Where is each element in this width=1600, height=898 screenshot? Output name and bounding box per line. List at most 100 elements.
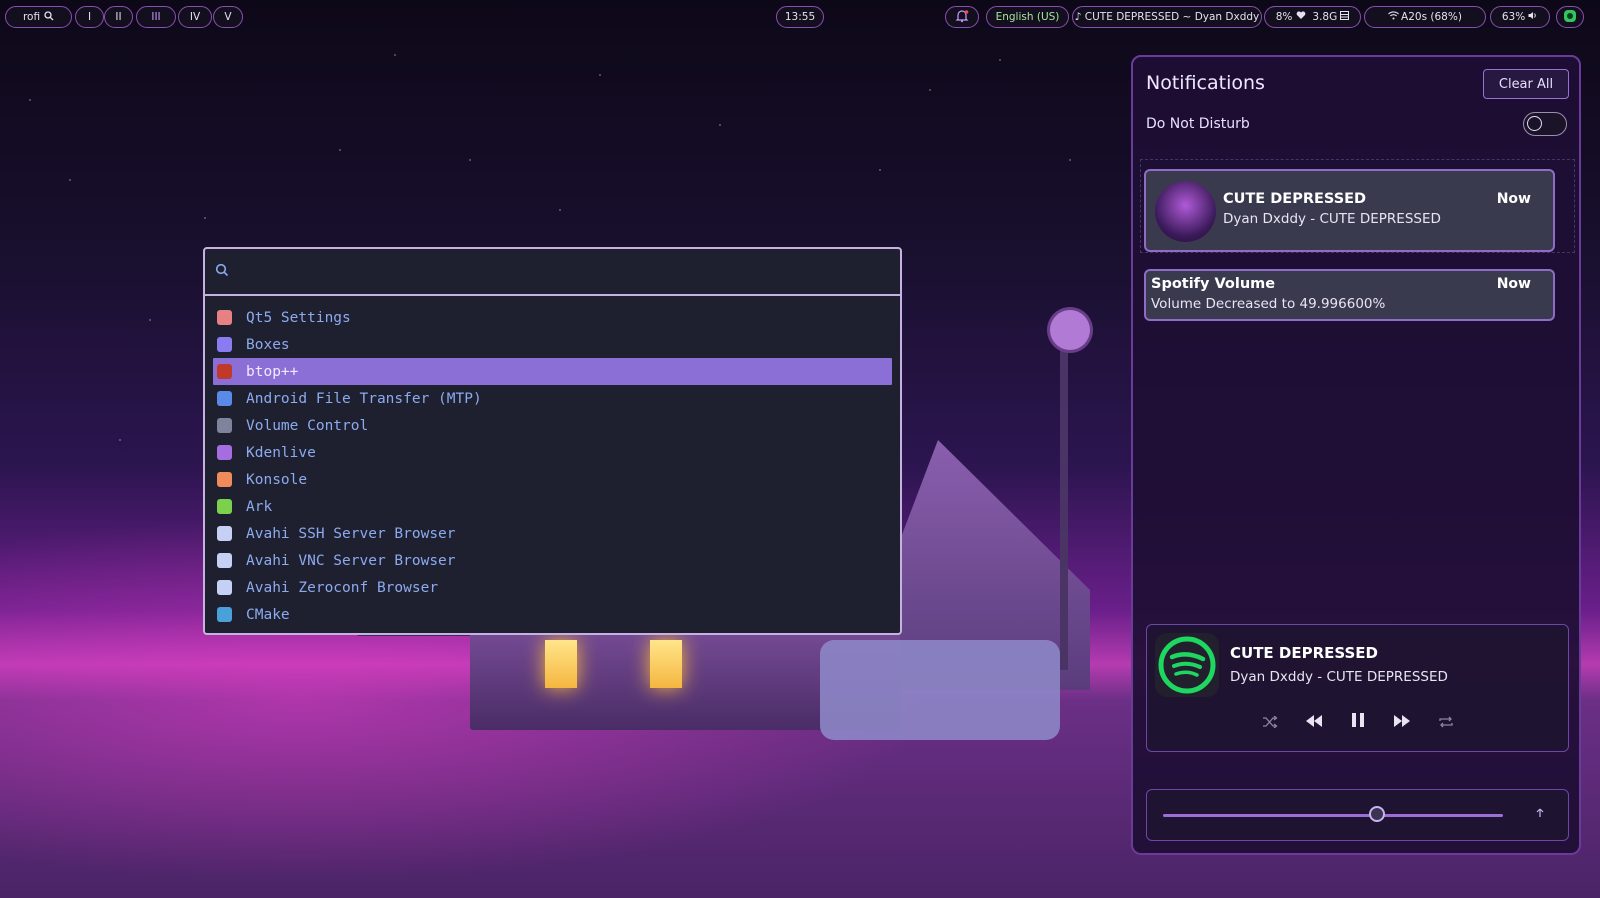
- clock-text: 13:55: [784, 11, 816, 23]
- toggle-knob: [1527, 116, 1542, 131]
- bell-icon: [955, 9, 969, 26]
- rofi-app-label: Ark: [246, 498, 273, 515]
- volume-icon: [217, 418, 232, 433]
- repeat-button[interactable]: [1435, 711, 1457, 733]
- rofi-app-label: Avahi VNC Server Browser: [246, 552, 456, 569]
- rofi-search-input[interactable]: [237, 262, 900, 281]
- keyboard-layout-text: English (US): [995, 11, 1060, 23]
- notification-title: CUTE DEPRESSED: [1223, 191, 1367, 207]
- volume-slider[interactable]: [1163, 806, 1503, 822]
- rewind-icon: [1305, 713, 1323, 732]
- keyboard-layout[interactable]: English (US): [986, 6, 1069, 28]
- player-title: CUTE DEPRESSED: [1230, 644, 1379, 662]
- workspace-5[interactable]: V: [213, 6, 243, 28]
- launcher-label: rofi: [22, 11, 41, 23]
- rofi-app-item[interactable]: CMake: [213, 601, 892, 628]
- rofi-app-label: Android File Transfer (MTP): [246, 390, 482, 407]
- rofi-app-item[interactable]: Avahi SSH Server Browser: [213, 520, 892, 547]
- next-button[interactable]: [1391, 711, 1413, 733]
- rofi-app-label: Volume Control: [246, 417, 369, 434]
- workspace-label: I: [87, 11, 92, 23]
- shuffle-icon: [1262, 713, 1278, 732]
- workspace-label: V: [224, 11, 232, 23]
- ark-icon: [217, 499, 232, 514]
- power-menu-button[interactable]: [1556, 6, 1584, 28]
- rofi-app-label: btop++: [246, 363, 299, 380]
- shuffle-button[interactable]: [1259, 711, 1281, 733]
- repeat-icon: [1438, 713, 1454, 732]
- do-not-disturb-toggle[interactable]: [1523, 112, 1567, 136]
- konsole-icon: [217, 472, 232, 487]
- rofi-app-item[interactable]: Kdenlive: [213, 439, 892, 466]
- search-icon: [44, 10, 54, 24]
- rofi-app-label: CMake: [246, 606, 290, 623]
- rofi-app-item[interactable]: Avahi VNC Server Browser: [213, 547, 892, 574]
- app-menu-icon: [1563, 9, 1577, 26]
- volume-slider-handle[interactable]: [1369, 806, 1386, 822]
- now-playing-widget[interactable]: ♪ CUTE DEPRESSED ~ Dyan Dxddy: [1072, 6, 1262, 28]
- volume-text: 63%: [1501, 11, 1526, 23]
- notification-body: Volume Decreased to 49.996600%: [1151, 296, 1386, 312]
- volume-widget[interactable]: 63%: [1490, 6, 1550, 28]
- workspace-4[interactable]: IV: [178, 6, 212, 28]
- workspace-label: IV: [189, 11, 201, 23]
- fast-forward-icon: [1393, 713, 1411, 732]
- notification-time: Now: [1496, 191, 1531, 207]
- player-controls: [1147, 711, 1568, 733]
- rofi-app-label: Avahi SSH Server Browser: [246, 525, 456, 542]
- rofi-app-item[interactable]: Android File Transfer (MTP): [213, 385, 892, 412]
- btop-icon: [217, 364, 232, 379]
- volume-slider-card: [1146, 789, 1569, 841]
- rofi-app-label: Kdenlive: [246, 444, 316, 461]
- workspace-2[interactable]: II: [104, 6, 133, 28]
- wifi-widget[interactable]: A20s (68%): [1364, 6, 1486, 28]
- rofi-app-item[interactable]: Boxes: [213, 331, 892, 358]
- notification-body: Dyan Dxddy - CUTE DEPRESSED: [1223, 211, 1441, 227]
- pause-icon: [1351, 712, 1365, 732]
- boxes-icon: [217, 337, 232, 352]
- rofi-app-item[interactable]: Volume Control: [213, 412, 892, 439]
- play-pause-button[interactable]: [1347, 711, 1369, 733]
- kdenlive-icon: [217, 445, 232, 460]
- rofi-app-item[interactable]: btop++: [213, 358, 892, 385]
- wallpaper-windmill-tower: [1060, 330, 1068, 670]
- avahi-icon: [217, 553, 232, 568]
- do-not-disturb-label: Do Not Disturb: [1146, 116, 1250, 132]
- launcher-button[interactable]: rofi: [5, 6, 72, 28]
- previous-button[interactable]: [1303, 711, 1325, 733]
- rofi-launcher: Qt5 Settings Boxes btop++ Android File Tran…: [203, 247, 902, 635]
- player-subtitle: Dyan Dxddy - CUTE DEPRESSED: [1230, 669, 1448, 685]
- notification-time: Now: [1496, 276, 1531, 292]
- notification-bell-button[interactable]: [945, 6, 979, 28]
- search-icon: [215, 262, 229, 281]
- memory-icon: [1340, 11, 1350, 23]
- notification-card[interactable]: Spotify Volume Volume Decreased to 49.99…: [1144, 269, 1555, 321]
- notification-card[interactable]: CUTE DEPRESSED Dyan Dxddy - CUTE DEPRESS…: [1144, 169, 1555, 252]
- memory-text: 3.8G: [1312, 11, 1338, 23]
- rofi-app-label: Konsole: [246, 471, 308, 488]
- system-stats[interactable]: 8% 3.8G: [1264, 6, 1361, 28]
- now-playing-text: ♪ CUTE DEPRESSED ~ Dyan Dxddy: [1074, 11, 1260, 23]
- wifi-icon: [1388, 11, 1399, 23]
- wallpaper-window: [545, 640, 577, 688]
- top-bar: rofi I II III IV V 13:55 English (US) ♪ …: [0, 0, 1600, 34]
- speaker-icon: [1528, 11, 1538, 23]
- album-art: [1155, 181, 1216, 242]
- avahi-icon: [217, 526, 232, 541]
- clock[interactable]: 13:55: [776, 6, 824, 28]
- rofi-app-label: Qt5 Settings: [246, 309, 351, 326]
- cmake-icon: [217, 607, 232, 622]
- rofi-app-item[interactable]: Konsole: [213, 466, 892, 493]
- qt-settings-icon: [217, 310, 232, 325]
- workspace-3[interactable]: III: [136, 6, 176, 28]
- wallpaper-window: [650, 640, 682, 688]
- workspace-1[interactable]: I: [75, 6, 104, 28]
- rofi-app-item[interactable]: Avahi Zeroconf Browser: [213, 574, 892, 601]
- notification-title: Spotify Volume: [1151, 276, 1276, 292]
- android-icon: [217, 391, 232, 406]
- clear-all-button[interactable]: Clear All: [1483, 69, 1569, 99]
- rofi-app-item[interactable]: Qt5 Settings: [213, 304, 892, 331]
- workspace-label: II: [115, 11, 122, 23]
- workspace-label: III: [151, 11, 161, 23]
- rofi-app-item[interactable]: Ark: [213, 493, 892, 520]
